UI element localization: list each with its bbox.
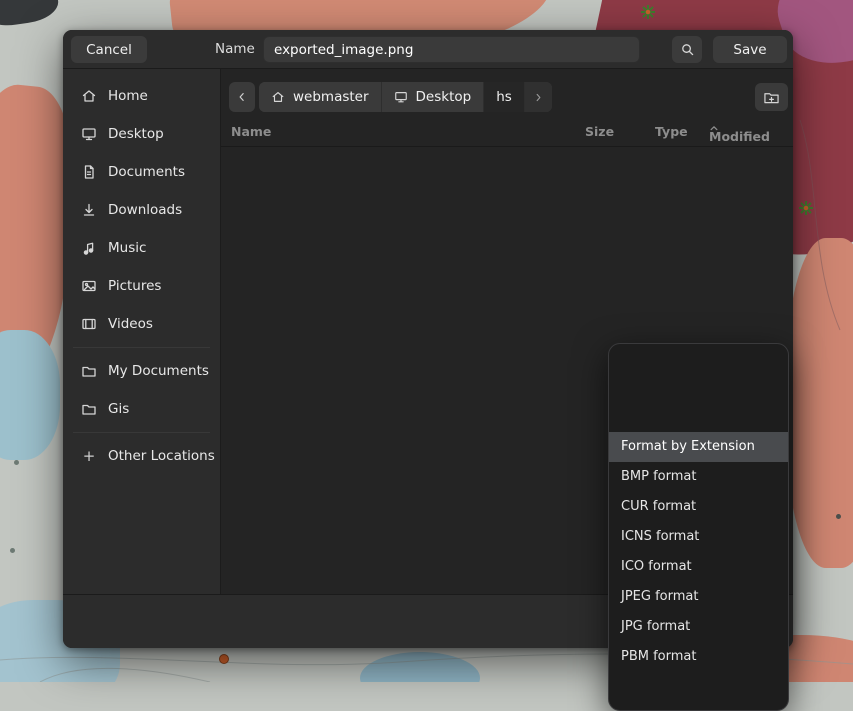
sidebar-item-documents[interactable]: Documents <box>63 153 220 191</box>
sidebar-item-home[interactable]: Home <box>63 77 220 115</box>
column-header-name[interactable]: Name <box>231 124 271 139</box>
map-point-marker <box>14 460 19 465</box>
home-icon <box>81 88 97 104</box>
video-icon <box>81 316 97 332</box>
back-button[interactable] <box>229 82 255 112</box>
download-icon <box>81 202 97 218</box>
folder-icon <box>81 401 97 417</box>
format-menu-item-icns[interactable]: ICNS format <box>609 522 788 552</box>
sidebar-item-label: My Documents <box>108 363 209 379</box>
sidebar-item-music[interactable]: Music <box>63 229 220 267</box>
path-segment-label: hs <box>496 89 512 105</box>
filename-input[interactable] <box>263 36 640 63</box>
desktop-icon <box>394 90 408 104</box>
map-flower-marker-icon <box>798 200 814 216</box>
path-bar: webmaster Desktop hs <box>259 82 552 112</box>
sidebar-item-label: Other Locations <box>108 448 215 464</box>
path-segment-webmaster[interactable]: webmaster <box>259 82 382 112</box>
new-folder-icon <box>763 90 780 105</box>
sidebar-item-label: Desktop <box>108 126 164 142</box>
document-icon <box>81 164 97 180</box>
column-header-type[interactable]: Type <box>655 124 688 139</box>
format-menu-item-bmp[interactable]: BMP format <box>609 462 788 492</box>
column-header-modified-label: Modified <box>709 129 770 144</box>
list-column-headers: Name Size Type Modified <box>221 119 793 147</box>
places-sidebar: Home Desktop Documents Downloads <box>63 69 221 594</box>
format-menu-item-ico[interactable]: ICO format <box>609 552 788 582</box>
save-button[interactable]: Save <box>713 36 787 63</box>
chevron-right-icon <box>533 91 544 104</box>
format-menu-item-jpeg[interactable]: JPEG format <box>609 582 788 612</box>
sidebar-separator <box>73 347 210 348</box>
sidebar-separator <box>73 432 210 433</box>
desktop-icon <box>81 126 97 142</box>
format-menu-item-by-extension[interactable]: Format by Extension <box>609 432 788 462</box>
map-point-marker <box>836 514 841 519</box>
home-icon <box>271 90 285 104</box>
path-segment-label: webmaster <box>293 89 369 105</box>
search-icon <box>680 42 695 57</box>
sidebar-item-desktop[interactable]: Desktop <box>63 115 220 153</box>
music-note-icon <box>81 240 97 256</box>
sidebar-item-label: Music <box>108 240 146 256</box>
sidebar-item-label: Videos <box>108 316 153 332</box>
cancel-button[interactable]: Cancel <box>71 36 147 63</box>
sidebar-item-label: Pictures <box>108 278 161 294</box>
new-folder-button[interactable] <box>755 83 788 111</box>
plus-icon: + <box>81 448 97 464</box>
chevron-left-icon <box>236 90 248 104</box>
path-segment-label: Desktop <box>416 89 472 105</box>
sidebar-item-pictures[interactable]: Pictures <box>63 267 220 305</box>
column-header-size[interactable]: Size <box>585 124 614 139</box>
search-button[interactable] <box>672 36 702 63</box>
dialog-headerbar: Cancel Name Save <box>63 30 793 69</box>
sidebar-item-downloads[interactable]: Downloads <box>63 191 220 229</box>
sidebar-item-other-locations[interactable]: + Other Locations <box>63 437 220 475</box>
sidebar-item-gis[interactable]: Gis <box>63 390 220 428</box>
sidebar-item-videos[interactable]: Videos <box>63 305 220 343</box>
file-format-menu-empty-area <box>609 344 788 432</box>
sidebar-item-label: Downloads <box>108 202 182 218</box>
format-menu-item-pbm[interactable]: PBM format <box>609 642 788 672</box>
folder-icon <box>81 363 97 379</box>
picture-icon <box>81 278 97 294</box>
column-header-modified[interactable]: Modified <box>709 124 719 132</box>
file-format-menu: Format by Extension BMP format CUR forma… <box>608 343 789 711</box>
filename-label: Name <box>215 30 255 68</box>
format-menu-item-cur[interactable]: CUR format <box>609 492 788 522</box>
path-forward-button[interactable] <box>525 82 552 112</box>
path-segment-desktop[interactable]: Desktop <box>382 82 485 112</box>
map-point-marker <box>10 548 15 553</box>
sidebar-item-my-documents[interactable]: My Documents <box>63 352 220 390</box>
map-point-marker <box>219 654 229 664</box>
map-flower-marker-icon <box>640 4 656 20</box>
path-segment-hs[interactable]: hs <box>484 82 525 112</box>
format-menu-item-partial[interactable] <box>609 672 788 702</box>
sidebar-item-label: Documents <box>108 164 185 180</box>
path-toolbar: webmaster Desktop hs <box>229 82 788 112</box>
format-menu-item-jpg[interactable]: JPG format <box>609 612 788 642</box>
sidebar-item-label: Gis <box>108 401 129 417</box>
sidebar-item-label: Home <box>108 88 148 104</box>
